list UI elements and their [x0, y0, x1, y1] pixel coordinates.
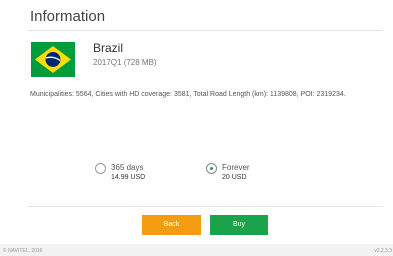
title-divider [28, 30, 383, 31]
plan-price: 14.99 USD [111, 174, 146, 181]
footer-bar: © NAVITEL, 2016 v2.2.3.3 [0, 244, 393, 256]
country-name: Brazil [93, 41, 124, 55]
map-details: Municipalities: 5564, Cities with HD cov… [30, 91, 346, 98]
actions-divider [28, 206, 383, 207]
plan-label: Forever [222, 163, 250, 172]
brazil-flag-icon [31, 42, 75, 77]
copyright-text: © NAVITEL, 2016 [3, 248, 43, 254]
page-title: Information [30, 8, 106, 25]
radio-365-days[interactable] [95, 163, 106, 174]
buy-button[interactable]: Buy [210, 215, 268, 235]
map-version: 2017Q1 (728 MB) [93, 58, 157, 67]
back-button[interactable]: Back [142, 215, 201, 235]
plan-label: 365 days [111, 163, 144, 172]
plan-price: 20 USD [222, 174, 247, 181]
radio-forever[interactable] [206, 163, 217, 174]
app-version: v2.2.3.3 [374, 248, 392, 254]
